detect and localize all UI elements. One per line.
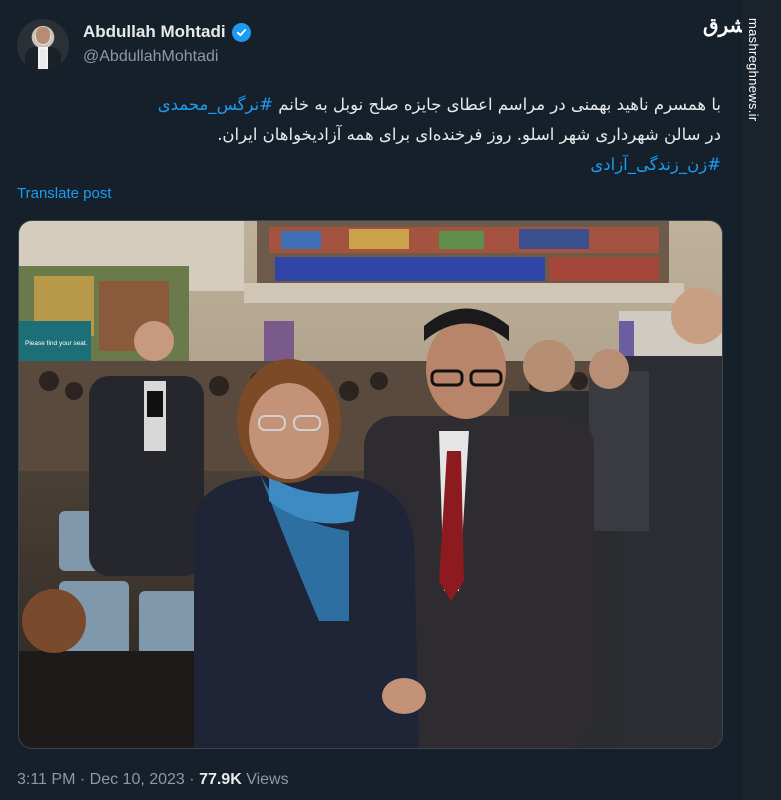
tweet-photo[interactable]: Please find your seat. — [18, 220, 723, 749]
tweet-time[interactable]: 3:11 PM — [17, 771, 75, 788]
author-display-name[interactable]: Abdullah Mohtadi — [83, 22, 226, 42]
tweet-date[interactable]: Dec 10, 2023 — [90, 771, 185, 788]
author-handle[interactable]: @AbdullahMohtadi — [83, 48, 218, 66]
views-count: 77.9K — [199, 771, 242, 788]
watermark-site-text: mashreghnews.ir — [746, 18, 761, 122]
mashregh-logo: مشرق — [703, 13, 759, 37]
avatar-tie — [40, 49, 46, 69]
tweet-line-1-text: با همسرم ناهید بهمنی در مراسم اعطای جایز… — [278, 95, 721, 114]
meta-separator: · — [79, 771, 86, 788]
photo-scene: Please find your seat. — [19, 221, 722, 748]
tweet-line-2: در سالن شهرداری شهر اسلو. روز فرخنده‌ای … — [217, 125, 721, 144]
hashtag-woman-life-freedom[interactable]: #زن_زندگی_آزادی — [590, 155, 721, 174]
avatar-face — [36, 27, 50, 44]
tweet-line-1: با همسرم ناهید بهمنی در مراسم اعطای جایز… — [31, 90, 721, 120]
verified-badge-icon[interactable] — [231, 22, 251, 42]
tweet-text: با همسرم ناهید بهمنی در مراسم اعطای جایز… — [31, 90, 721, 180]
views-label: Views — [246, 771, 289, 788]
hashtag-narges-mohammadi[interactable]: #نرگس_محمدی — [158, 95, 273, 114]
tweet-meta: 3:11 PM · Dec 10, 2023 · 77.9K Views — [17, 771, 289, 789]
watermark-sidebar: mashreghnews.ir — [742, 0, 781, 800]
translate-post-link[interactable]: Translate post — [17, 185, 112, 202]
tweet-line-3: #زن_زندگی_آزادی — [31, 150, 721, 180]
author-name-row: Abdullah Mohtadi — [83, 22, 251, 42]
photo-screen-text: Please find your seat. — [25, 340, 88, 347]
meta-separator-2: · — [189, 771, 195, 788]
avatar[interactable] — [17, 19, 69, 71]
tweet-page: Abdullah Mohtadi @AbdullahMohtadi مشرق m… — [0, 0, 781, 800]
